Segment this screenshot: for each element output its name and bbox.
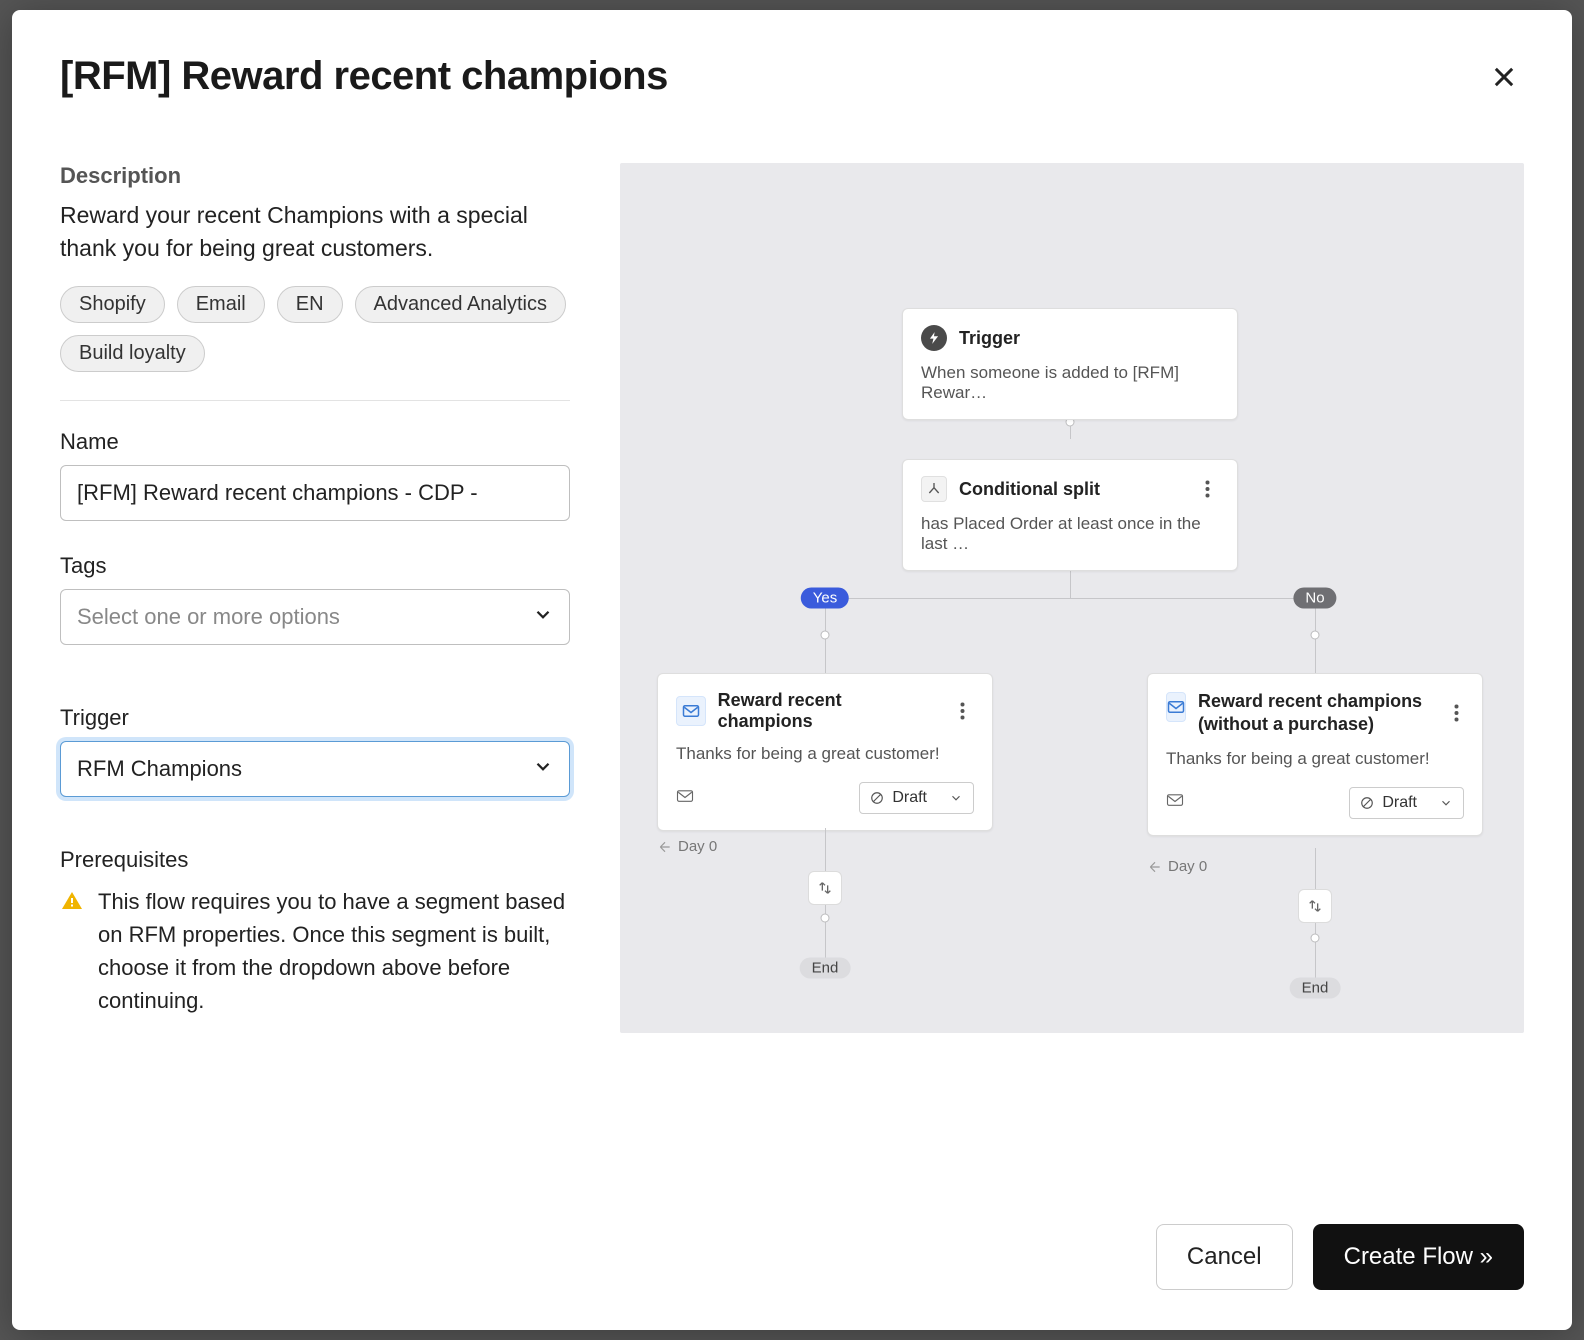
envelope-icon (676, 789, 694, 808)
status-label: Draft (892, 789, 927, 807)
status-label: Draft (1382, 794, 1417, 812)
kebab-menu[interactable] (1195, 480, 1219, 498)
tag-chips: Shopify Email EN Advanced Analytics Buil… (60, 286, 570, 372)
modal-dialog: [RFM] Reward recent champions Descriptio… (12, 10, 1572, 1330)
kebab-menu[interactable] (950, 702, 974, 720)
node-title: Reward recent champions (without a purch… (1198, 690, 1437, 737)
tags-placeholder: Select one or more options (60, 589, 570, 645)
status-dropdown[interactable]: Draft (859, 782, 974, 814)
connector (825, 598, 1315, 599)
modal-body: Description Reward your recent Champions… (12, 123, 1572, 1194)
trigger-select[interactable]: RFM Champions (60, 741, 570, 797)
trigger-label: Trigger (60, 705, 570, 731)
flow-node-email-no[interactable]: Reward recent champions (without a purch… (1147, 673, 1483, 836)
connector-dot (1311, 631, 1320, 640)
branch-no-label: No (1293, 588, 1336, 609)
chevron-down-icon (949, 791, 963, 805)
modal-footer: Cancel Create Flow » (12, 1194, 1572, 1330)
add-step-button[interactable] (808, 871, 842, 905)
description-label: Description (60, 163, 570, 189)
node-subtitle: When someone is added to [RFM] Rewar… (921, 363, 1219, 403)
section-divider (60, 400, 570, 401)
end-label-yes: End (800, 958, 851, 979)
cancel-button[interactable]: Cancel (1156, 1224, 1293, 1290)
kebab-menu[interactable] (1449, 704, 1464, 722)
node-title: Reward recent champions (718, 690, 939, 732)
description-text: Reward your recent Champions with a spec… (60, 199, 570, 266)
name-label: Name (60, 429, 570, 455)
connector-dot (821, 631, 830, 640)
chip-shopify: Shopify (60, 286, 165, 323)
trigger-value: RFM Champions (60, 741, 570, 797)
node-subtitle: Thanks for being a great customer! (676, 744, 974, 764)
close-icon (1490, 63, 1518, 91)
return-icon (658, 840, 672, 854)
chip-advanced-analytics: Advanced Analytics (355, 286, 566, 323)
bolt-icon (921, 325, 947, 351)
circle-slash-icon (870, 791, 884, 805)
connector-dot (821, 914, 830, 923)
name-input[interactable] (60, 465, 570, 521)
split-icon (921, 476, 947, 502)
chip-build-loyalty: Build loyalty (60, 335, 205, 372)
modal-header: [RFM] Reward recent champions (12, 10, 1572, 123)
end-label-no: End (1290, 978, 1341, 999)
mail-icon (676, 696, 706, 726)
prerequisites-label: Prerequisites (60, 847, 570, 873)
flow-node-trigger[interactable]: Trigger When someone is added to [RFM] R… (902, 308, 1238, 420)
node-title: Conditional split (959, 479, 1100, 500)
chip-en: EN (277, 286, 343, 323)
mail-icon (1166, 692, 1186, 722)
branch-yes-label: Yes (801, 588, 849, 609)
chip-email: Email (177, 286, 265, 323)
connector-dot (1311, 934, 1320, 943)
close-button[interactable] (1484, 57, 1524, 97)
node-subtitle: Thanks for being a great customer! (1166, 749, 1464, 769)
return-icon (1148, 860, 1162, 874)
status-dropdown[interactable]: Draft (1349, 787, 1464, 819)
modal-title: [RFM] Reward recent champions (60, 54, 668, 99)
create-flow-button[interactable]: Create Flow » (1313, 1224, 1524, 1290)
flow-node-email-yes[interactable]: Reward recent champions Thanks for being… (657, 673, 993, 831)
node-title: Trigger (959, 328, 1020, 349)
prerequisites-section: Prerequisites This flow requires you to … (60, 847, 570, 1017)
tags-label: Tags (60, 553, 570, 579)
node-subtitle: has Placed Order at least once in the la… (921, 514, 1219, 554)
add-step-button[interactable] (1298, 889, 1332, 923)
left-column: Description Reward your recent Champions… (60, 163, 570, 1194)
chevron-down-icon (1439, 796, 1453, 810)
day-label-yes: Day 0 (658, 838, 717, 855)
tags-select[interactable]: Select one or more options (60, 589, 570, 645)
prerequisites-text: This flow requires you to have a segment… (98, 885, 570, 1017)
day-label-no: Day 0 (1148, 858, 1207, 875)
circle-slash-icon (1360, 796, 1374, 810)
flow-preview-canvas: Yes No Trigger When someone is added to … (620, 163, 1524, 1033)
warning-icon (60, 889, 84, 918)
envelope-icon (1166, 793, 1184, 812)
flow-node-conditional-split[interactable]: Conditional split has Placed Order at le… (902, 459, 1238, 571)
